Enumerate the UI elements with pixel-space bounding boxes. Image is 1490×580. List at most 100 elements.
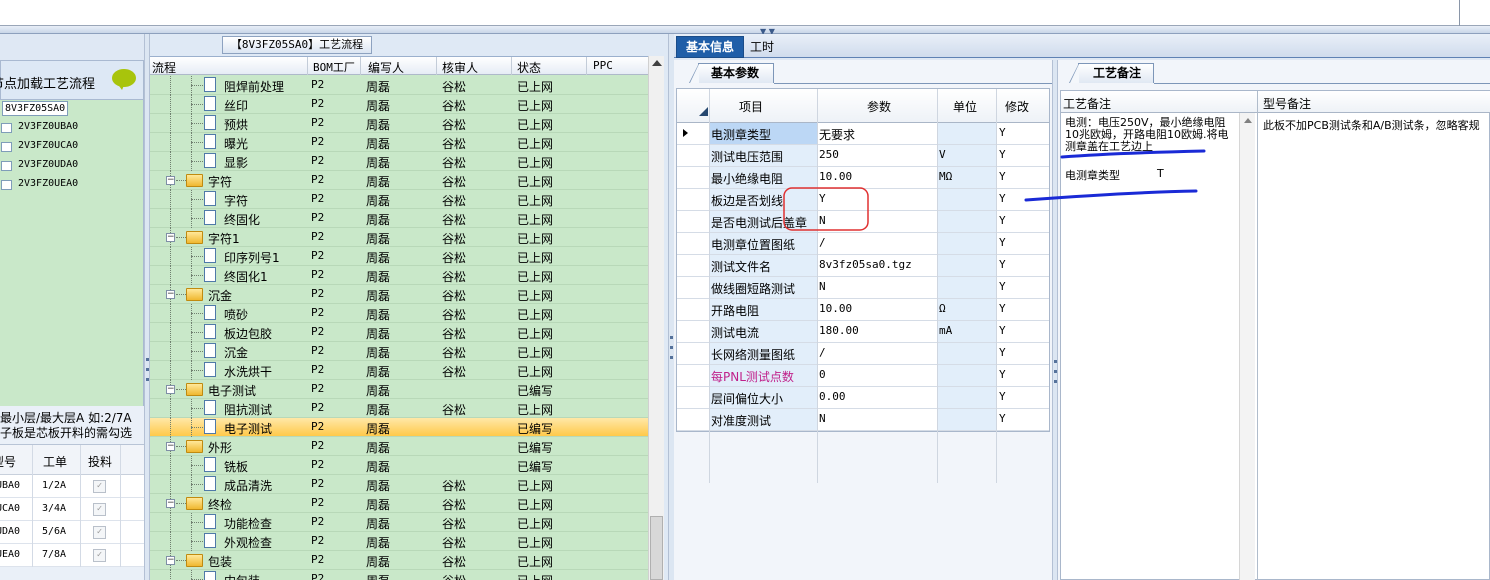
param-modify[interactable]: Y [999,324,1006,337]
param-value[interactable]: 10.00 [819,302,852,315]
tree-checkbox[interactable] [1,180,12,190]
param-value[interactable]: N [819,214,826,227]
col-value[interactable]: 参数 [867,98,891,115]
param-row[interactable]: 电测章类型 无要求 Y [677,123,1049,145]
tree-item[interactable]: 2V3FZ0UEA0 [0,175,140,193]
param-row[interactable]: 长网络测量图纸 / Y [677,343,1049,365]
collapse-toggle-icon[interactable]: − [166,176,175,185]
top-splitter[interactable]: ▼ ▼ [0,26,1490,36]
param-value[interactable]: 8v3fz05sa0.tgz [819,258,912,271]
param-row[interactable]: 做线圈短路测试 N Y [677,277,1049,299]
flow-row[interactable]: 阻抗测试 P2 周磊 谷松 已上网 [150,399,648,418]
param-row[interactable]: 测试文件名 8v3fz05sa0.tgz Y [677,255,1049,277]
param-row[interactable]: 每PNL测试点数 0 Y [677,365,1049,387]
param-modify[interactable]: Y [999,368,1006,381]
collapse-toggle-icon[interactable]: − [166,556,175,565]
right-splitter[interactable] [1052,60,1058,580]
chat-bubble-icon[interactable] [112,69,136,90]
subtab-basic-params[interactable]: 基本参数 [689,63,774,83]
col-item[interactable]: 项目 [739,98,763,115]
flow-row[interactable]: − 包装 P2 周磊 谷松 已上网 [150,551,648,570]
col-writer[interactable]: 编写人 [368,59,404,76]
flow-row[interactable]: 内包装 P2 周磊 谷松 已上网 [150,570,648,580]
col-bom[interactable]: BOM工厂 [313,59,355,75]
flow-row[interactable]: − 字符1 P2 周磊 谷松 已上网 [150,228,648,247]
board-order-row[interactable]: UCA0 3/4A ✓ [0,498,144,521]
tab-basic-info[interactable]: 基本信息 [676,36,744,58]
param-modify[interactable]: Y [999,148,1006,161]
board-order-row[interactable]: UBA0 1/2A ✓ [0,475,144,498]
param-value[interactable]: N [819,280,826,293]
param-row[interactable]: 开路电阻 10.00 Ω Y [677,299,1049,321]
tab-work-hours[interactable]: 工时 [750,38,774,55]
param-value[interactable]: 0 [819,368,826,381]
param-value[interactable]: 10.00 [819,170,852,183]
flow-row[interactable]: 铣板 P2 周磊 已编写 [150,456,648,475]
param-value[interactable]: 0.00 [819,390,846,403]
param-modify[interactable]: Y [999,170,1006,183]
flow-row[interactable]: − 电子测试 P2 周磊 已编写 [150,380,648,399]
flow-row[interactable]: 字符 P2 周磊 谷松 已上网 [150,190,648,209]
flow-row[interactable]: − 沉金 P2 周磊 谷松 已上网 [150,285,648,304]
tree-checkbox[interactable] [1,161,12,171]
param-row[interactable]: 层间偏位大小 0.00 Y [677,387,1049,409]
board-order-row[interactable]: UEA0 7/8A ✓ [0,544,144,567]
param-value[interactable]: / [819,346,826,359]
collapse-toggle-icon[interactable]: − [166,290,175,299]
board-order-row[interactable]: UDA0 5/6A ✓ [0,521,144,544]
param-row[interactable]: 最小绝缘电阻 10.00 MΩ Y [677,167,1049,189]
flow-row[interactable]: − 终检 P2 周磊 谷松 已上网 [150,494,648,513]
flow-row[interactable]: 阻焊前处理 P2 周磊 谷松 已上网 [150,76,648,95]
collapse-toggle-icon[interactable]: − [166,499,175,508]
scroll-thumb[interactable] [650,516,663,580]
param-row[interactable]: 测试电流 180.00 mA Y [677,321,1049,343]
scroll-up-icon[interactable] [1244,118,1252,123]
tree-checkbox[interactable] [1,142,12,152]
param-row[interactable]: 是否电测试后盖章 N Y [677,211,1049,233]
flow-row[interactable]: − 外形 P2 周磊 已编写 [150,437,648,456]
param-modify[interactable]: Y [999,390,1006,403]
flow-row[interactable]: 印序列号1 P2 周磊 谷松 已上网 [150,247,648,266]
process-memo-text[interactable]: 电测：电压250V，最小绝缘电阻10兆欧姆，开路电阻10欧姆.将电测章盖在工艺边… [1065,117,1237,153]
param-modify[interactable]: Y [999,214,1006,227]
param-row[interactable]: 对准度测试 N Y [677,409,1049,431]
col-unit[interactable]: 单位 [953,98,977,115]
flow-row[interactable]: 沉金 P2 周磊 谷松 已上网 [150,342,648,361]
param-value[interactable]: / [819,236,826,249]
feed-checkbox[interactable]: ✓ [93,549,106,562]
model-memo-text[interactable]: 此板不加PCB测试条和A/B测试条，忽略客规 [1263,117,1490,133]
param-row[interactable]: 板边是否划线 Y Y [677,189,1049,211]
tree-checkbox[interactable] [1,123,12,133]
param-value[interactable]: N [819,412,826,425]
collapse-toggle-icon[interactable]: − [166,442,175,451]
flow-row[interactable]: 终固化 P2 周磊 谷松 已上网 [150,209,648,228]
flow-row[interactable]: 显影 P2 周磊 谷松 已上网 [150,152,648,171]
col-modify[interactable]: 修改 [1005,98,1029,115]
param-modify[interactable]: Y [999,346,1006,359]
flow-row[interactable]: 电子测试 P2 周磊 已编写 [150,418,648,437]
flow-row[interactable]: 曝光 P2 周磊 谷松 已上网 [150,133,648,152]
param-row[interactable]: 电测章位置图纸 / Y [677,233,1049,255]
flow-row[interactable]: 外观检查 P2 周磊 谷松 已上网 [150,532,648,551]
param-modify[interactable]: Y [999,258,1006,271]
param-modify[interactable]: Y [999,236,1006,249]
subtab-process-memo[interactable]: 工艺备注 [1069,63,1154,83]
flow-row[interactable]: 终固化1 P2 周磊 谷松 已上网 [150,266,648,285]
flow-row[interactable]: 水洗烘干 P2 周磊 谷松 已上网 [150,361,648,380]
param-modify[interactable]: Y [999,412,1006,425]
param-modify[interactable]: Y [999,126,1006,139]
param-modify[interactable]: Y [999,192,1006,205]
col-status[interactable]: 状态 [517,59,541,76]
param-value[interactable]: 250 [819,148,839,161]
process-flow-scrollbar[interactable] [648,56,664,580]
flow-row[interactable]: − 字符 P2 周磊 谷松 已上网 [150,171,648,190]
collapse-toggle-icon[interactable]: − [166,385,175,394]
tree-item[interactable]: 2V3FZ0UCA0 [0,137,140,155]
flow-row[interactable]: 丝印 P2 周磊 谷松 已上网 [150,95,648,114]
flow-row[interactable]: 板边包胶 P2 周磊 谷松 已上网 [150,323,648,342]
tree-root-node[interactable]: 8V3FZ05SA0 [2,101,68,116]
flow-row[interactable]: 喷砂 P2 周磊 谷松 已上网 [150,304,648,323]
col-flow[interactable]: 流程 [152,59,176,76]
scroll-up-icon[interactable] [652,60,662,66]
tree-item[interactable]: 2V3FZ0UDA0 [0,156,140,174]
